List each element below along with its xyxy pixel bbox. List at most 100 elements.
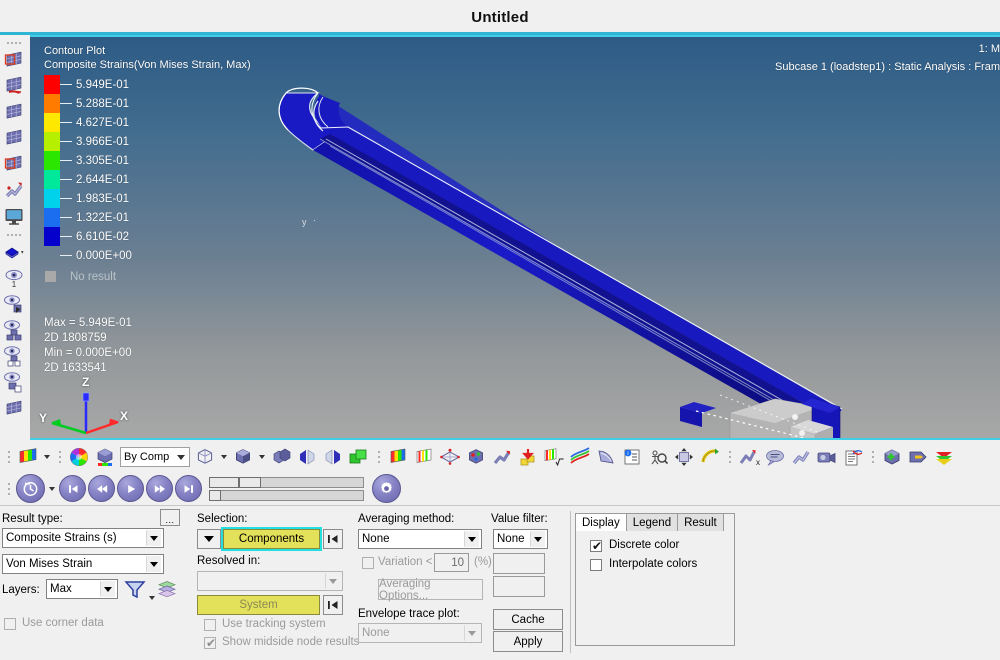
animation-settings-icon[interactable] bbox=[372, 474, 401, 503]
move-arrows-icon[interactable] bbox=[671, 444, 697, 470]
measure-arc-icon[interactable] bbox=[697, 444, 723, 470]
resolved-in-select[interactable] bbox=[197, 571, 343, 591]
math-sqrt-contour-icon[interactable] bbox=[541, 444, 567, 470]
wireframe-cube-icon[interactable] bbox=[192, 444, 218, 470]
deformed-shape-icon[interactable] bbox=[2, 152, 26, 176]
note-bubble-icon[interactable] bbox=[762, 444, 788, 470]
tensor-plot-icon[interactable] bbox=[2, 178, 26, 202]
toolbar-grip[interactable] bbox=[375, 447, 382, 467]
mask-group-icon[interactable] bbox=[2, 318, 26, 342]
query-magnifier-icon[interactable] bbox=[645, 444, 671, 470]
animation-sliders[interactable] bbox=[209, 476, 364, 502]
envelope-trace-select[interactable]: None bbox=[358, 623, 482, 643]
shell-icon[interactable] bbox=[905, 444, 931, 470]
toolbar-grip[interactable] bbox=[56, 447, 63, 467]
toolbar-grip-2[interactable] bbox=[6, 231, 21, 238]
unmask-icon[interactable] bbox=[2, 344, 26, 368]
tab-result[interactable]: Result bbox=[677, 513, 724, 531]
add-part-icon[interactable] bbox=[879, 444, 905, 470]
last-frame-icon[interactable] bbox=[175, 475, 202, 502]
animate-icon[interactable] bbox=[16, 474, 45, 503]
visibility-page-icon[interactable]: 1 bbox=[2, 266, 26, 290]
show-midside-checkbox[interactable]: ✔ bbox=[204, 637, 216, 649]
fringe-icon[interactable] bbox=[593, 444, 619, 470]
plot-x-icon[interactable]: x bbox=[736, 444, 762, 470]
components-button[interactable]: Components bbox=[221, 527, 322, 551]
node-cube-icon[interactable] bbox=[463, 444, 489, 470]
camera-icon[interactable] bbox=[814, 444, 840, 470]
entity-color-icon[interactable] bbox=[2, 240, 26, 264]
averaging-method-select[interactable]: None bbox=[358, 529, 482, 549]
3d-viewport[interactable]: y · Contour Plot Composite Strains(Von M… bbox=[30, 35, 1000, 440]
contour-gradient-icon[interactable] bbox=[385, 444, 411, 470]
toolbar-grip[interactable] bbox=[5, 447, 12, 467]
layers-select[interactable]: Max bbox=[46, 579, 118, 599]
variation-value-input[interactable]: 10 bbox=[434, 553, 469, 572]
toolbar-grip[interactable] bbox=[5, 479, 12, 499]
selection-reset-button[interactable] bbox=[323, 529, 343, 549]
reflect-left-icon[interactable] bbox=[294, 444, 320, 470]
contour-legend[interactable]: 5.949E-01 5.288E-01 4.627E-01 3.966E-01 … bbox=[44, 75, 132, 286]
bar-contour-icon[interactable] bbox=[411, 444, 437, 470]
animation-speed-slider-track[interactable] bbox=[209, 489, 364, 501]
contour-plot-icon[interactable] bbox=[2, 48, 26, 72]
result-type-more-button[interactable]: ... bbox=[160, 509, 180, 526]
tab-display[interactable]: Display bbox=[575, 513, 627, 531]
rewind-icon[interactable] bbox=[88, 475, 115, 502]
interpolate-colors-checkbox[interactable] bbox=[590, 559, 602, 571]
fast-forward-icon[interactable] bbox=[146, 475, 173, 502]
toolbar-grip[interactable] bbox=[869, 447, 876, 467]
contour-icon[interactable] bbox=[15, 444, 41, 470]
discrete-color-checkbox[interactable]: ✔ bbox=[590, 540, 602, 552]
value-filter-max-input[interactable] bbox=[493, 576, 545, 597]
mask-icon[interactable] bbox=[2, 292, 26, 316]
exploded-cube-icon[interactable] bbox=[268, 444, 294, 470]
isolate-icon[interactable] bbox=[2, 370, 26, 394]
cube-color-icon[interactable] bbox=[92, 444, 118, 470]
toolbar-grip[interactable] bbox=[6, 39, 21, 46]
contour-dropdown-caret[interactable] bbox=[41, 444, 53, 470]
toolbar-grip[interactable] bbox=[726, 447, 733, 467]
result-component-select[interactable]: Von Mises Strain bbox=[2, 554, 164, 574]
system-button[interactable]: System bbox=[197, 595, 320, 615]
filter-funnel-icon[interactable] bbox=[124, 579, 146, 604]
by-comp-combo[interactable]: By Comp bbox=[120, 446, 190, 467]
results-browser-icon[interactable] bbox=[2, 396, 26, 420]
shaded-cube-icon[interactable] bbox=[230, 444, 256, 470]
display-monitor-icon[interactable] bbox=[2, 204, 26, 228]
first-frame-icon[interactable] bbox=[59, 475, 86, 502]
streamline-icon[interactable] bbox=[567, 444, 593, 470]
iso-diamond-icon[interactable] bbox=[437, 444, 463, 470]
export-icon[interactable] bbox=[931, 444, 957, 470]
deform-icon[interactable] bbox=[788, 444, 814, 470]
cache-button[interactable]: Cache bbox=[493, 609, 563, 630]
animation-frame-slider-thumb2[interactable] bbox=[239, 476, 261, 488]
use-tracking-system-checkbox[interactable] bbox=[204, 619, 216, 631]
averaging-options-button[interactable]: Averaging Options... bbox=[378, 578, 483, 602]
animate-dropdown-caret[interactable] bbox=[46, 476, 58, 502]
load-arrow-icon[interactable] bbox=[515, 444, 541, 470]
variation-checkbox[interactable] bbox=[362, 557, 374, 569]
iso-plot-icon[interactable] bbox=[2, 100, 26, 124]
section-cut-icon[interactable] bbox=[2, 126, 26, 150]
tab-legend[interactable]: Legend bbox=[625, 513, 679, 531]
value-filter-select[interactable]: None bbox=[493, 529, 548, 549]
report-icon[interactable] bbox=[840, 444, 866, 470]
reflect-right-icon[interactable] bbox=[320, 444, 346, 470]
result-type-select[interactable]: Composite Strains (s) bbox=[2, 528, 164, 548]
shaded-dropdown-caret[interactable] bbox=[256, 444, 268, 470]
info-panel-icon[interactable]: i bbox=[619, 444, 645, 470]
vector-plot-icon[interactable] bbox=[2, 74, 26, 98]
layers-stack-icon[interactable] bbox=[156, 579, 178, 604]
apply-button[interactable]: Apply bbox=[493, 631, 563, 652]
wireframe-dropdown-caret[interactable] bbox=[218, 444, 230, 470]
value-filter-min-input[interactable] bbox=[493, 553, 545, 574]
animation-speed-slider-thumb[interactable] bbox=[209, 489, 221, 501]
use-corner-data-checkbox[interactable] bbox=[4, 618, 16, 630]
overlay-icon[interactable] bbox=[346, 444, 372, 470]
color-wheel-icon[interactable] bbox=[66, 444, 92, 470]
deform-arrow-icon[interactable] bbox=[489, 444, 515, 470]
play-icon[interactable] bbox=[117, 475, 144, 502]
system-reset-button[interactable] bbox=[323, 595, 343, 615]
animation-frame-slider-thumb[interactable] bbox=[209, 476, 239, 488]
